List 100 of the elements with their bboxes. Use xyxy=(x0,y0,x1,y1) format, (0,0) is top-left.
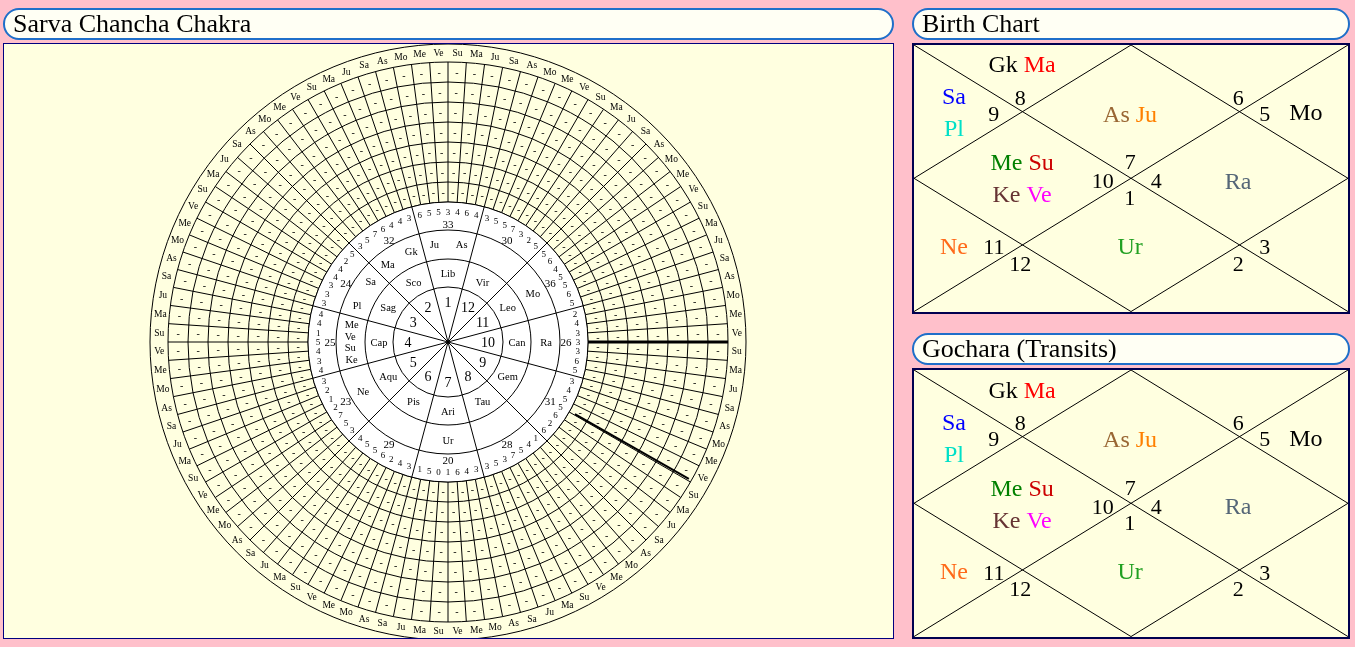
grid-value: - xyxy=(289,168,293,180)
bindu-digit: 5 xyxy=(533,241,539,252)
grid-value: - xyxy=(179,380,184,392)
grid-value: - xyxy=(291,266,295,278)
planet-label: Pl xyxy=(943,439,964,469)
grid-value: - xyxy=(649,228,653,240)
grid-value: - xyxy=(330,431,334,443)
bindu-digit: 4 xyxy=(473,210,479,221)
grid-value: - xyxy=(324,423,328,435)
grid-value: - xyxy=(451,506,456,518)
grid-value: - xyxy=(526,486,530,498)
grid-value: - xyxy=(684,209,688,221)
sign-number: 5 xyxy=(1259,103,1271,126)
grid-value: - xyxy=(453,566,458,578)
grid-value: - xyxy=(600,225,605,237)
grid-value: - xyxy=(631,379,635,391)
ring-label: Me xyxy=(610,571,623,582)
grid-value: - xyxy=(715,310,719,322)
grid-value: - xyxy=(219,373,223,385)
ring-label: Ju xyxy=(545,607,555,618)
grid-value: - xyxy=(249,521,253,533)
ring-label: Sa xyxy=(359,60,369,71)
grid-value: - xyxy=(421,585,426,597)
grid-value: - xyxy=(666,218,671,230)
grid-value: - xyxy=(196,328,200,340)
grid-value: - xyxy=(402,192,407,204)
grid-value: - xyxy=(709,397,713,409)
grid-value: - xyxy=(642,410,647,422)
sign-number: 6 xyxy=(1232,411,1244,434)
sign-number: 4 xyxy=(1150,495,1162,518)
ring-label: As xyxy=(358,613,370,624)
grid-value: - xyxy=(586,283,591,295)
grid-value: - xyxy=(474,504,478,516)
grid-value: - xyxy=(351,220,355,232)
grid-value: - xyxy=(356,192,360,204)
ring-label: Mo xyxy=(170,235,185,246)
grid-value: - xyxy=(603,117,607,129)
grid-value: - xyxy=(268,225,272,237)
grid-value: - xyxy=(661,417,665,429)
grid-value: - xyxy=(609,385,613,397)
grid-value: - xyxy=(614,308,618,320)
grid-value: - xyxy=(601,406,605,418)
grid-value: - xyxy=(261,139,266,151)
grid-value: - xyxy=(477,523,481,535)
grid-value: - xyxy=(259,470,263,482)
grid-value: - xyxy=(379,556,383,568)
sign-label: Sag xyxy=(380,302,397,313)
grid-value: - xyxy=(670,284,674,296)
grid-value: - xyxy=(649,482,653,494)
grid-value: - xyxy=(596,416,600,428)
grid-value: - xyxy=(208,463,212,475)
grid-value: - xyxy=(470,585,475,597)
grid-value: - xyxy=(427,525,432,537)
sign-number: 7 xyxy=(1124,476,1136,499)
grid-value: - xyxy=(503,93,507,105)
grid-value: - xyxy=(415,523,419,535)
bindu-digit: 3 xyxy=(321,376,327,387)
grid-value: - xyxy=(472,605,477,617)
grid-value: - xyxy=(314,124,318,136)
grid-value: - xyxy=(576,197,580,209)
grid-value: - xyxy=(535,168,540,180)
grid-value: - xyxy=(541,589,545,601)
sign-number: 6 xyxy=(1232,86,1244,109)
grid-value: - xyxy=(440,166,445,178)
grid-value: - xyxy=(261,237,265,249)
grid-value: - xyxy=(402,480,407,492)
house-number: 4 xyxy=(404,334,412,350)
grid-value: - xyxy=(296,341,300,353)
bindu-digit: 6 xyxy=(380,224,386,235)
grid-value: - xyxy=(568,249,572,261)
ring-label: Sa xyxy=(166,420,177,431)
grid-value: - xyxy=(275,214,279,226)
grid-value: - xyxy=(316,197,320,209)
grid-value: - xyxy=(373,97,378,109)
grid-value: - xyxy=(557,90,562,102)
bindu-digit: 3 xyxy=(324,289,330,299)
grid-value: - xyxy=(628,507,633,519)
grid-value: - xyxy=(425,127,430,139)
grid-value: - xyxy=(237,315,241,327)
grid-value: - xyxy=(322,452,326,464)
grid-value: - xyxy=(568,423,572,435)
house-number: 7 xyxy=(444,374,452,390)
grid-value: - xyxy=(366,486,370,498)
bindu-digit: 3 xyxy=(502,454,507,464)
grid-value: - xyxy=(533,214,538,226)
planet-label: Ju xyxy=(1135,100,1158,130)
grid-value: - xyxy=(212,248,216,260)
grid-value: - xyxy=(589,183,594,195)
grid-value: - xyxy=(243,190,247,202)
grid-value: - xyxy=(536,480,540,492)
bindu-digit: 2 xyxy=(526,235,531,246)
grid-value: - xyxy=(307,466,311,478)
grid-value: - xyxy=(453,546,457,558)
grid-value: - xyxy=(296,256,300,268)
grid-value: - xyxy=(554,205,558,217)
grid-value: - xyxy=(541,83,545,95)
grid-value: - xyxy=(441,186,445,198)
grid-value: - xyxy=(212,424,216,436)
grid-value: - xyxy=(533,458,538,470)
grid-value: - xyxy=(264,391,268,403)
